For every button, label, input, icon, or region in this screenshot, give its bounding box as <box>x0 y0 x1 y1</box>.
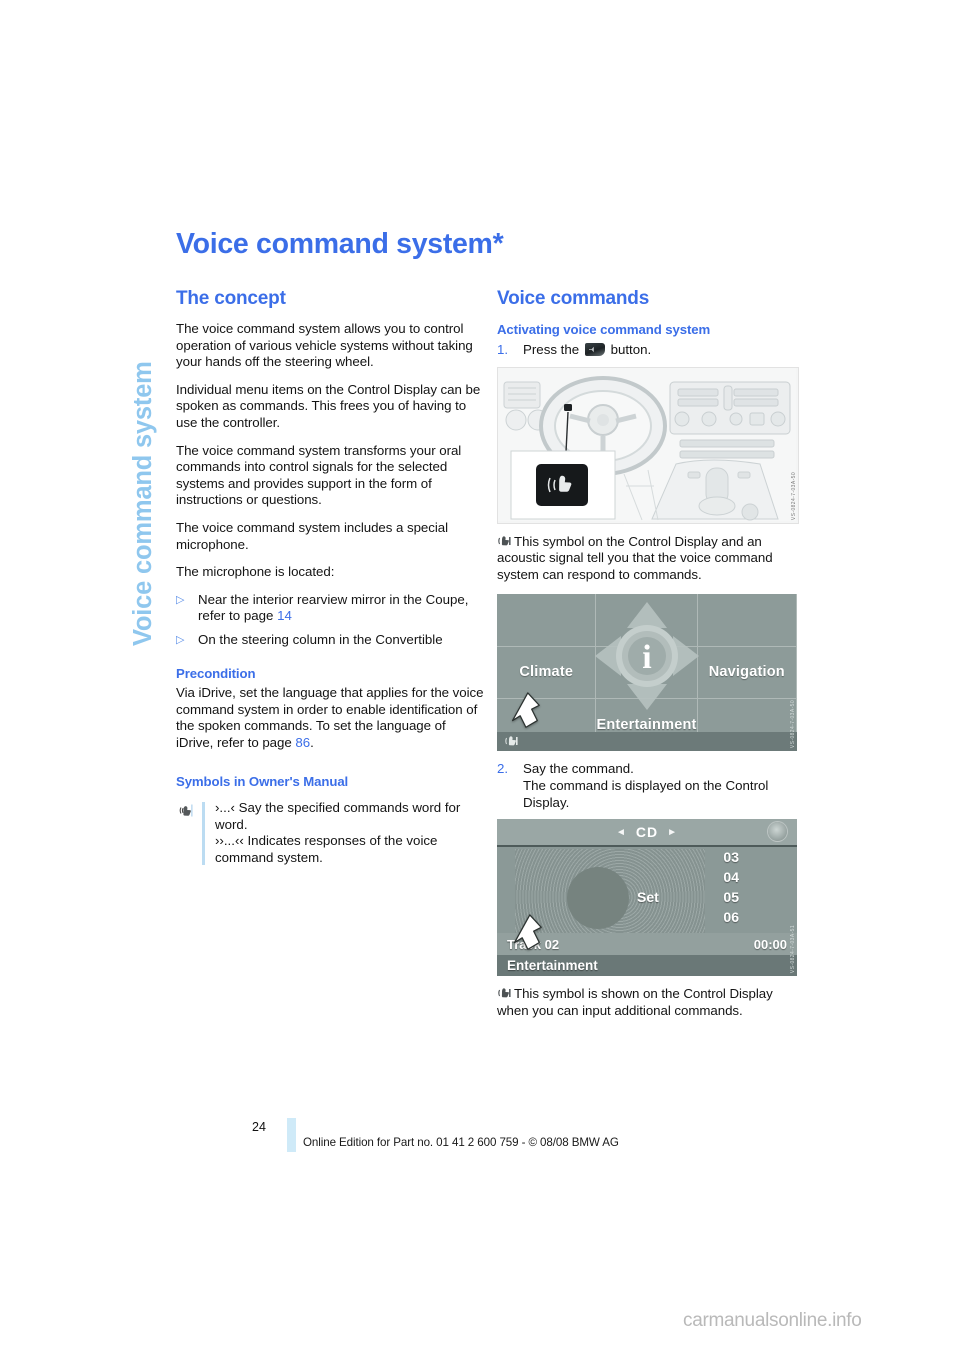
subheading-symbols-in-owners-manual: Symbols in Owner's Manual <box>176 774 349 790</box>
list-item-text: On the steering column in the Convertibl… <box>198 631 443 647</box>
chapter-tab-label: Voice command system <box>129 361 157 646</box>
paragraph-concept-4: The voice command system includes a spec… <box>176 519 449 552</box>
precondition-text: Via iDrive, set the language that applie… <box>176 684 484 750</box>
symbols-line-1: ›...‹ Say the specified commands word fo… <box>215 800 461 832</box>
step-1: 1. Press the button. <box>497 342 807 359</box>
caption-voice-symbol-1: This symbol on the Control Display and a… <box>497 534 807 584</box>
voice-command-hand-icon <box>178 800 202 866</box>
step-number: 2. <box>497 761 509 777</box>
caption-text: This symbol is shown on the Control Disp… <box>497 986 773 1018</box>
paragraph-concept-2: Individual menu items on the Control Dis… <box>176 381 481 430</box>
cd-bottom-label: Entertainment <box>507 958 598 974</box>
figure-code: VS-0824-7-03A-50 <box>790 700 796 749</box>
cd-disc-hub <box>567 867 629 930</box>
paragraph-concept-3: The voice command system transforms your… <box>176 442 462 508</box>
figure-code: VS-0824-7-03A-51 <box>790 925 796 974</box>
voice-symbol-icon <box>497 534 512 548</box>
step-text: Press the button. <box>523 342 807 359</box>
subheading-precondition: Precondition <box>176 665 256 681</box>
symbols-line-2: ››...‹‹ Indicates responses of the voice… <box>215 833 438 866</box>
list-item[interactable]: 06 <box>723 909 739 925</box>
cd-player-screenshot: ◄ CD ► Set 03 04 05 06 Track 02 00:00 En… <box>497 819 797 977</box>
left-column: The concept The voice command system all… <box>176 288 486 867</box>
site-watermark: carmanualsonline.info <box>683 1310 862 1331</box>
paragraph-microphone-located: The microphone is located: <box>176 564 335 580</box>
subheading-activating-voice-command-system: Activating voice command system <box>497 322 711 337</box>
voice-symbol-icon <box>505 736 518 746</box>
chevron-left-icon[interactable]: ◄ <box>616 827 627 838</box>
section-heading-voice-commands: Voice commands <box>497 288 650 309</box>
caption-voice-symbol-2: This symbol is shown on the Control Disp… <box>497 986 807 1019</box>
idrive-main-menu-screenshot: Climate Navigation Entertainment i VS-08… <box>497 594 797 752</box>
cd-title-bar: ◄ CD ► <box>497 819 797 848</box>
cd-track-list: 03 04 05 06 <box>723 849 739 925</box>
idrive-cell[interactable] <box>497 594 597 647</box>
idrive-cell-climate[interactable]: Climate <box>497 646 597 700</box>
idrive-cell-navigation[interactable]: Navigation <box>697 646 797 700</box>
step-2-line-1: Say the command. <box>523 761 634 777</box>
cd-set-label[interactable]: Set <box>637 889 659 905</box>
list-item: ▷ On the steering column in the Converti… <box>176 632 486 649</box>
figure-code: VS-0824-7-03A-50 <box>791 471 797 520</box>
symbols-vertical-rule <box>202 802 205 865</box>
right-column: Voice commands Activating voice command … <box>497 288 807 1019</box>
voice-button-icon <box>584 343 605 356</box>
list-item-text: Near the interior rearview mirror in the… <box>198 592 486 625</box>
page-reference-link[interactable]: 14 <box>277 608 292 623</box>
list-item: ▷ Near the interior rearview mirror in t… <box>176 592 486 625</box>
step-2: 2. Say the command. The command is displ… <box>497 761 807 811</box>
paragraph-concept-1: The voice command system allows you to c… <box>176 321 473 370</box>
idrive-status-bar <box>497 732 797 752</box>
precondition-text-end: . <box>310 734 314 750</box>
symbols-callout: ›...‹ Say the specified commands word fo… <box>176 800 486 866</box>
page-reference-link[interactable]: 86 <box>295 735 310 750</box>
cd-bottom-bar: Entertainment <box>497 955 797 977</box>
step-2-line-2: The command is displayed on the Control … <box>523 777 769 810</box>
cockpit-steering-wheel-photo: VS-0824-7-03A-50 <box>497 366 799 524</box>
list-item-label: Near the interior rearview mirror in the… <box>198 591 469 624</box>
step-number: 1. <box>497 342 509 357</box>
footer-rule <box>287 1118 296 1152</box>
paragraph-precondition: Via iDrive, set the language that applie… <box>176 685 486 751</box>
symbols-text: ›...‹ Say the specified commands word fo… <box>215 800 486 866</box>
home-compass-icon[interactable] <box>768 822 787 842</box>
list-item[interactable]: 03 <box>723 849 739 865</box>
svg-text:i: i <box>642 639 651 676</box>
step-text-before: Press the <box>523 342 583 357</box>
section-heading-the-concept: The concept <box>176 288 286 309</box>
idrive-cell[interactable] <box>697 594 797 647</box>
list-item[interactable]: 05 <box>723 889 739 905</box>
manual-page: Voice command system Voice command syste… <box>0 0 960 1358</box>
chevron-right-icon[interactable]: ► <box>667 827 678 838</box>
triangle-bullet-icon: ▷ <box>176 633 185 646</box>
step-text-after: button. <box>606 342 652 357</box>
white-pointer-arrow <box>511 692 540 729</box>
microphone-location-list: ▷ Near the interior rearview mirror in t… <box>176 592 486 649</box>
page-title: Voice command system* <box>176 228 504 260</box>
caption-text: This symbol on the Control Display and a… <box>497 533 773 582</box>
white-pointer-arrow <box>513 914 542 951</box>
triangle-bullet-icon: ▷ <box>176 593 185 606</box>
step-text: Say the command. The command is displaye… <box>523 761 807 811</box>
cd-elapsed-time: 00:00 <box>753 936 787 952</box>
info-i-icon: i <box>595 602 699 711</box>
footer-note: Online Edition for Part no. 01 41 2 600 … <box>303 1136 619 1149</box>
voice-symbol-icon <box>497 986 512 1000</box>
cd-title: CD <box>635 824 659 841</box>
list-item[interactable]: 04 <box>723 869 739 885</box>
page-number: 24 <box>252 1120 266 1134</box>
